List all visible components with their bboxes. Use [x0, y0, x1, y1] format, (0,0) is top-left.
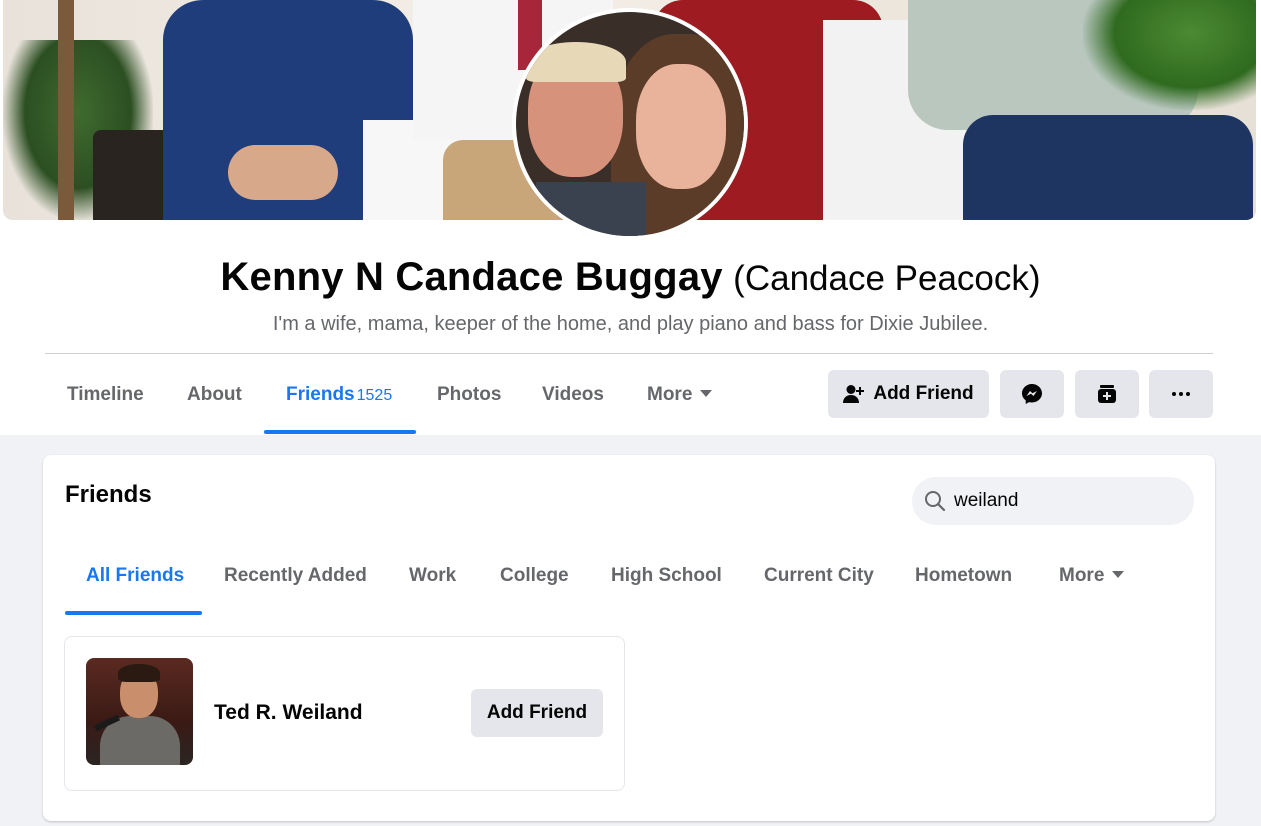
tab-hometown[interactable]: Hometown — [915, 565, 1012, 587]
profile-header: Kenny N Candace Buggay (Candace Peacock)… — [0, 0, 1261, 435]
friends-title: Friends — [65, 481, 152, 508]
cover-jeans — [963, 115, 1253, 220]
friends-card: Friends All Friends Recently Added Work … — [43, 455, 1215, 821]
cover-plant-pot — [93, 130, 173, 220]
tab-friends-more-label: More — [1059, 565, 1105, 586]
friend-result-card: Ted R. Weiland Add Friend — [64, 636, 625, 791]
tab-friends-more[interactable]: More — [1059, 565, 1125, 587]
avatar-man-hair — [526, 42, 626, 82]
tab-recently-added[interactable]: Recently Added — [224, 565, 367, 587]
message-button[interactable] — [1000, 370, 1064, 418]
person-add-icon — [843, 385, 865, 403]
tab-current-city[interactable]: Current City — [764, 565, 874, 587]
profile-alternate-name: (Candace Peacock) — [733, 259, 1041, 298]
tab-more[interactable]: More — [647, 384, 713, 406]
tab-college[interactable]: College — [500, 565, 569, 587]
card-plus-icon — [1098, 385, 1116, 403]
profile-bio: I'm a wife, mama, keeper of the home, an… — [272, 313, 989, 335]
cover-hands — [228, 145, 338, 200]
profile-picture[interactable] — [512, 8, 748, 240]
search-input[interactable] — [954, 490, 1174, 512]
friend-avatar-hair — [118, 664, 160, 682]
friend-name[interactable]: Ted R. Weiland — [214, 701, 363, 725]
avatar-man-shirt — [536, 182, 646, 236]
cover-tree-trunk — [58, 0, 74, 220]
more-options-button[interactable] — [1149, 370, 1213, 418]
header-divider — [45, 353, 1213, 354]
tab-videos[interactable]: Videos — [542, 384, 604, 406]
tab-friends-underline — [264, 430, 416, 434]
tab-friends[interactable]: Friends 1525 — [286, 384, 392, 406]
cover-plant-right — [1083, 0, 1256, 110]
card-button[interactable] — [1075, 370, 1139, 418]
profile-name: Kenny N Candace Buggay — [220, 255, 723, 299]
tab-about[interactable]: About — [187, 384, 242, 406]
friend-avatar[interactable] — [86, 658, 193, 765]
caret-down-icon — [700, 390, 713, 397]
profile-name-line: Kenny N Candace Buggay (Candace Peacock) — [0, 255, 1261, 300]
tab-all-friends[interactable]: All Friends — [86, 565, 184, 587]
add-friend-button[interactable]: Add Friend — [828, 370, 989, 418]
avatar-woman-face — [636, 64, 726, 189]
tab-high-school[interactable]: High School — [611, 565, 722, 587]
tab-more-label: More — [647, 384, 693, 405]
tab-friends-label: Friends — [286, 384, 355, 405]
tab-work[interactable]: Work — [409, 565, 456, 587]
more-dots-icon — [1172, 392, 1190, 396]
add-friend-label: Add Friend — [873, 383, 974, 404]
tab-timeline[interactable]: Timeline — [67, 384, 144, 406]
search-icon — [925, 491, 946, 512]
tab-photos[interactable]: Photos — [437, 384, 501, 406]
friends-search[interactable] — [912, 477, 1194, 525]
friend-add-button[interactable]: Add Friend — [471, 689, 603, 737]
caret-down-icon — [1112, 571, 1125, 578]
tab-all-friends-underline — [65, 611, 202, 615]
messenger-icon — [1022, 384, 1042, 404]
friends-count: 1525 — [356, 387, 393, 404]
